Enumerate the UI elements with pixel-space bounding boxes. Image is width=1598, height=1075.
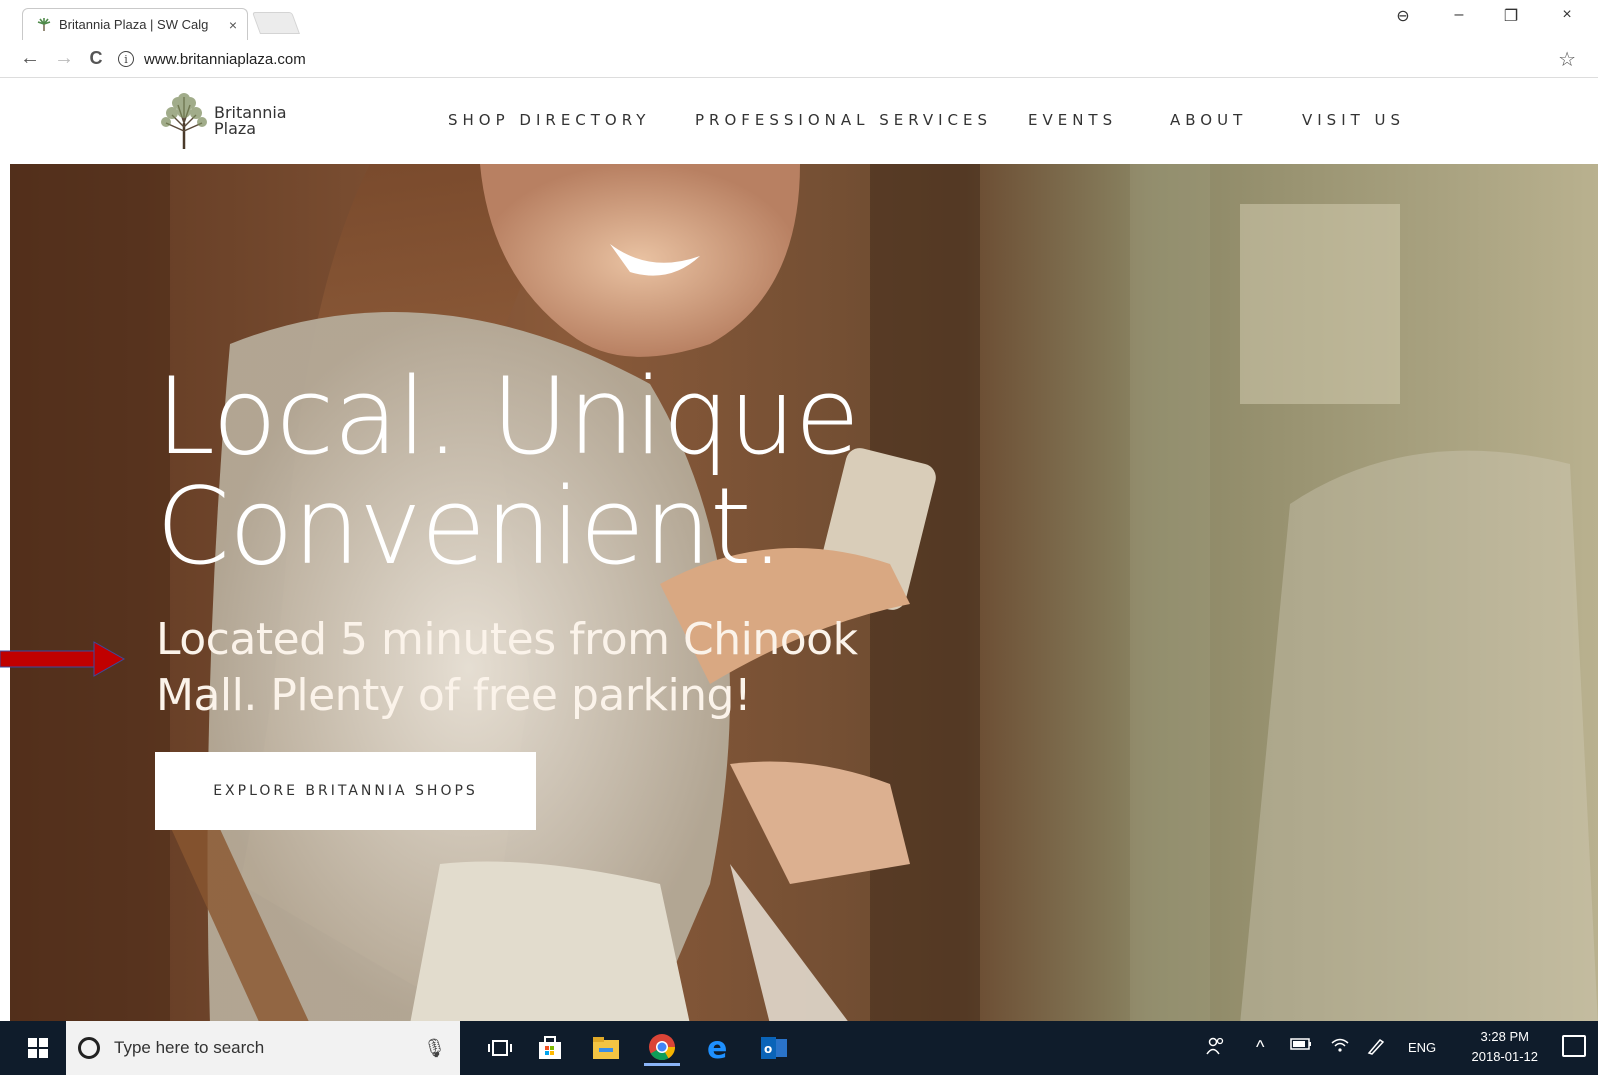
url-text[interactable]: www.britanniaplaza.com [144, 51, 306, 68]
tray-chevron-up-icon[interactable]: ^ [1256, 1037, 1264, 1058]
nav-events[interactable]: EVENTS [1028, 111, 1117, 129]
tab-title: Britannia Plaza | SW Calg [59, 17, 209, 32]
bookmark-star-icon[interactable]: ☆ [1558, 47, 1576, 72]
clock-time: 3:28 PM [1480, 1029, 1529, 1044]
store-icon[interactable] [532, 1030, 568, 1066]
reload-icon[interactable]: C [84, 47, 108, 69]
back-arrow-icon[interactable]: ← [18, 47, 42, 69]
tab-close-icon[interactable]: × [229, 17, 237, 33]
restore-button[interactable]: ❐ [1496, 6, 1526, 26]
hero-background-photo [10, 164, 1598, 1024]
logo-wordmark: Britannia Plaza [214, 105, 287, 137]
annotation-arrow-icon [0, 641, 126, 677]
hero-headline-line-1: Local. Unique [156, 355, 860, 478]
outlook-icon[interactable]: o [756, 1030, 792, 1066]
hero-section: Local. Unique Convenient. Located 5 minu… [10, 164, 1598, 1024]
browser-tabbar: Britannia Plaza | SW Calg × ⊖ – ❐ × [0, 0, 1598, 40]
site-info-icon[interactable]: i [118, 51, 134, 67]
people-icon[interactable] [1206, 1037, 1226, 1059]
site-header: Britannia Plaza SHOP DIRECTORY PROFESSIO… [10, 78, 1598, 164]
svg-text:o: o [764, 1042, 772, 1056]
nav-professional-services[interactable]: PROFESSIONAL SERVICES [695, 111, 992, 129]
close-window-button[interactable]: × [1552, 6, 1582, 24]
windows-start-button[interactable] [10, 1021, 66, 1075]
browser-tab[interactable]: Britannia Plaza | SW Calg × [22, 8, 248, 40]
screen: Britannia Plaza | SW Calg × ⊖ – ❐ × ← → … [0, 0, 1598, 1075]
site-logo[interactable]: Britannia Plaza [158, 93, 287, 149]
wifi-icon[interactable] [1330, 1037, 1350, 1057]
windows-taskbar: Type here to search 🎙 e o ^ ENG 3:28 PM … [0, 1021, 1598, 1075]
cortana-icon [78, 1037, 100, 1059]
nav-about[interactable]: ABOUT [1170, 111, 1247, 129]
language-indicator[interactable]: ENG [1408, 1040, 1436, 1055]
logo-line-2: Plaza [214, 119, 257, 138]
hero-headline-line-2: Convenient. [156, 465, 784, 588]
clock-date: 2018-01-12 [1471, 1049, 1539, 1064]
minimize-button[interactable]: – [1444, 6, 1474, 24]
battery-icon[interactable] [1290, 1037, 1312, 1055]
nav-visit-us[interactable]: VISIT US [1302, 111, 1405, 129]
action-center-icon[interactable] [1562, 1035, 1586, 1057]
new-tab-button[interactable] [251, 12, 301, 34]
search-placeholder: Type here to search [114, 1038, 265, 1057]
browser-toolbar: ← → C i www.britanniaplaza.com ☆ [0, 40, 1598, 78]
palm-favicon-icon [37, 17, 51, 31]
chrome-icon[interactable] [644, 1030, 680, 1066]
forward-arrow-icon[interactable]: → [52, 47, 76, 69]
hero-headline: Local. Unique Convenient. [156, 362, 1056, 582]
pen-icon[interactable] [1366, 1037, 1386, 1059]
edge-icon[interactable]: e [700, 1030, 736, 1066]
taskbar-search-box[interactable]: Type here to search 🎙 [66, 1021, 460, 1075]
hero-subtitle-line-2: Mall. Plenty of free parking! [156, 670, 752, 721]
taskbar-clock[interactable]: 3:28 PM 2018-01-12 [1472, 1027, 1539, 1067]
explore-shops-button[interactable]: EXPLORE BRITANNIA SHOPS [155, 752, 536, 830]
svg-text:e: e [707, 1034, 727, 1062]
tree-logo-icon [161, 93, 207, 149]
hero-subtitle: Located 5 minutes from Chinook Mall. Ple… [156, 612, 936, 724]
task-view-icon[interactable] [482, 1030, 518, 1066]
nav-shop-directory[interactable]: SHOP DIRECTORY [448, 111, 650, 129]
hero-subtitle-line-1: Located 5 minutes from Chinook [156, 614, 858, 665]
windows-logo-icon [28, 1038, 48, 1058]
file-explorer-icon[interactable] [588, 1030, 624, 1066]
address-bar[interactable]: i www.britanniaplaza.com [118, 44, 1580, 74]
microphone-icon[interactable]: 🎙 [423, 1038, 446, 1059]
account-icon[interactable]: ⊖ [1388, 6, 1418, 26]
